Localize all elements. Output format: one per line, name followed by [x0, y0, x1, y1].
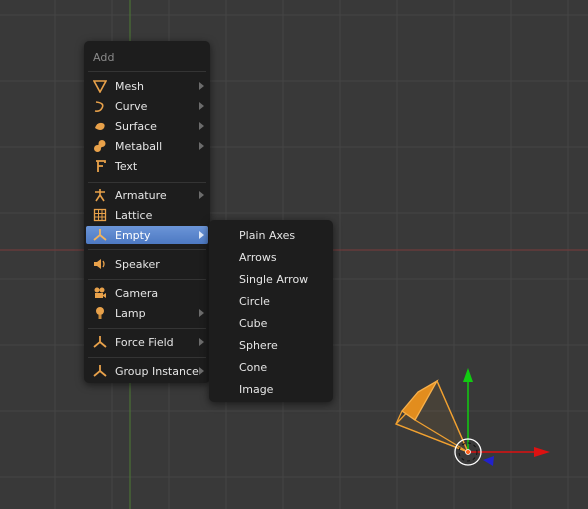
gizmo-z-arrow[interactable] [463, 368, 473, 382]
empty-submenu: Plain Axes Arrows Single Arrow Circle Cu… [209, 220, 333, 402]
submenu-item-label: Image [239, 382, 274, 396]
submenu-item-label: Cube [239, 316, 268, 330]
submenu-item-circle[interactable]: Circle [211, 292, 331, 310]
menu-item-armature[interactable]: Armature [86, 186, 208, 204]
menu-separator [88, 328, 206, 329]
submenu-item-single-arrow[interactable]: Single Arrow [211, 270, 331, 288]
menu-separator [88, 279, 206, 280]
menu-item-label: Lattice [115, 208, 153, 222]
metaball-icon [92, 138, 108, 154]
submenu-item-cone[interactable]: Cone [211, 358, 331, 376]
menu-item-mesh[interactable]: Mesh [86, 77, 208, 95]
camera-icon [92, 285, 108, 301]
menu-separator [88, 71, 206, 72]
submenu-item-cube[interactable]: Cube [211, 314, 331, 332]
menu-item-label: Empty [115, 228, 151, 242]
menu-item-label: Force Field [115, 335, 174, 349]
menu-item-label: Group Instance [115, 364, 199, 378]
curve-icon [92, 98, 108, 114]
submenu-arrow-icon [199, 231, 204, 239]
menu-item-label: Curve [115, 99, 148, 113]
submenu-item-sphere[interactable]: Sphere [211, 336, 331, 354]
submenu-arrow-icon [199, 191, 204, 199]
menu-item-empty[interactable]: Empty [86, 226, 208, 244]
add-menu-title: Add [93, 51, 115, 64]
menu-item-group-instance[interactable]: Group Instance [86, 362, 208, 380]
submenu-item-image[interactable]: Image [211, 380, 331, 398]
text-icon [92, 158, 108, 174]
menu-item-curve[interactable]: Curve [86, 97, 208, 115]
surface-icon [92, 118, 108, 134]
lattice-icon [92, 207, 108, 223]
submenu-arrow-icon [199, 309, 204, 317]
force-field-icon [92, 334, 108, 350]
submenu-arrow-icon [199, 102, 204, 110]
menu-item-metaball[interactable]: Metaball [86, 137, 208, 155]
submenu-arrow-icon [199, 82, 204, 90]
menu-item-lamp[interactable]: Lamp [86, 304, 208, 322]
add-menu: Add Mesh Curve Surface Metaball Text Arm… [84, 41, 210, 383]
menu-item-label: Camera [115, 286, 159, 300]
menu-separator [88, 249, 206, 250]
menu-item-label: Speaker [115, 257, 160, 271]
submenu-item-label: Single Arrow [239, 272, 309, 286]
gizmo-x-arrow[interactable] [534, 447, 550, 457]
menu-item-label: Surface [115, 119, 157, 133]
menu-separator [88, 182, 206, 183]
armature-icon [92, 187, 108, 203]
menu-item-surface[interactable]: Surface [86, 117, 208, 135]
submenu-item-arrows[interactable]: Arrows [211, 248, 331, 266]
group-instance-icon [92, 363, 108, 379]
submenu-arrow-icon [199, 122, 204, 130]
speaker-icon [92, 256, 108, 272]
menu-item-force-field[interactable]: Force Field [86, 333, 208, 351]
submenu-item-label: Plain Axes [239, 228, 296, 242]
menu-item-label: Mesh [115, 79, 144, 93]
menu-item-label: Armature [115, 188, 167, 202]
menu-item-lattice[interactable]: Lattice [86, 206, 208, 224]
3d-cursor-dot [465, 449, 471, 455]
menu-item-label: Metaball [115, 139, 163, 153]
submenu-arrow-icon [199, 142, 204, 150]
mesh-icon [92, 78, 108, 94]
menu-item-camera[interactable]: Camera [86, 284, 208, 302]
menu-item-label: Text [115, 159, 138, 173]
gizmo-y-arrow[interactable] [483, 456, 494, 466]
transform-gizmo[interactable] [454, 368, 550, 466]
submenu-arrow-icon [199, 367, 204, 375]
submenu-arrow-icon [199, 338, 204, 346]
menu-item-speaker[interactable]: Speaker [86, 255, 208, 273]
empty-icon [92, 227, 108, 243]
menu-item-text[interactable]: Text [86, 157, 208, 175]
lamp-icon [92, 305, 108, 321]
submenu-item-label: Sphere [239, 338, 278, 352]
submenu-item-label: Cone [239, 360, 268, 374]
camera-object[interactable] [394, 379, 470, 454]
menu-separator [88, 357, 206, 358]
submenu-item-label: Arrows [239, 250, 277, 264]
submenu-item-label: Circle [239, 294, 270, 308]
submenu-item-plain-axes[interactable]: Plain Axes [211, 226, 331, 244]
menu-item-label: Lamp [115, 306, 146, 320]
